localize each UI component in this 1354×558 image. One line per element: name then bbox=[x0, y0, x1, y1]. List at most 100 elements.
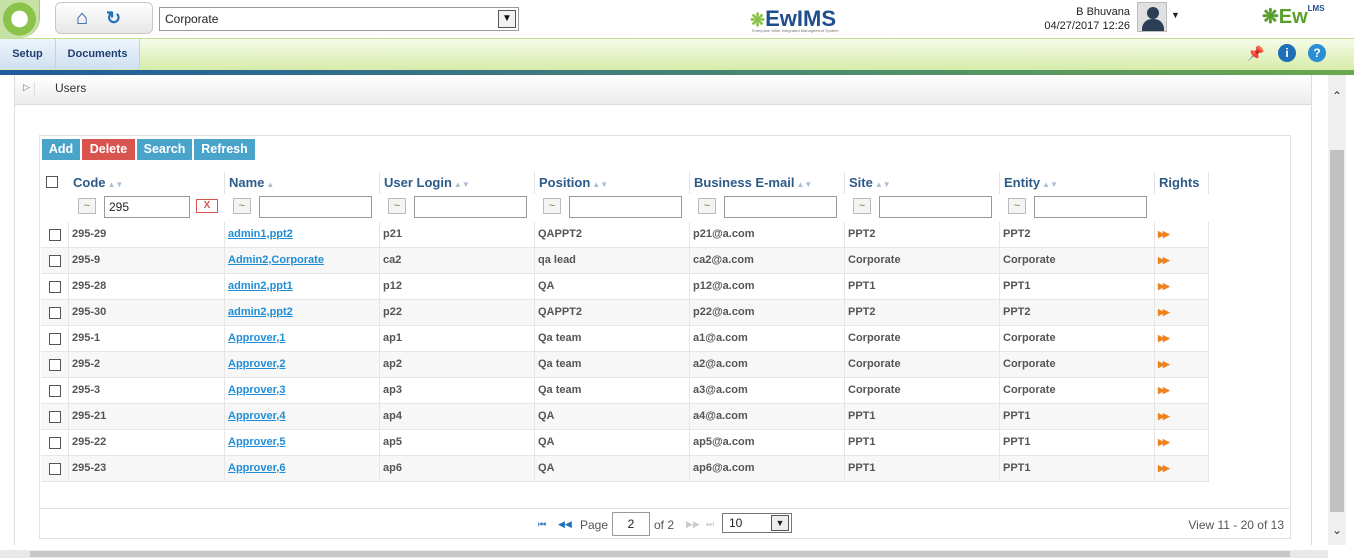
rights-arrow-icon[interactable]: ▶▶ bbox=[1158, 359, 1170, 369]
help-icon[interactable]: ? bbox=[1308, 44, 1326, 62]
chevron-down-icon[interactable]: ▼ bbox=[771, 515, 789, 531]
refresh-icon[interactable]: ↻ bbox=[106, 8, 126, 28]
rights-arrow-icon[interactable]: ▶▶ bbox=[1158, 229, 1170, 239]
table-row[interactable]: 295-22 Approver,5 ap5 QA ap5@a.com PPT1 PPT1 ▶▶ bbox=[41, 430, 1209, 456]
column-header-position[interactable]: Position ▲▼ bbox=[535, 172, 690, 194]
avatar[interactable] bbox=[1137, 2, 1167, 32]
row-checkbox[interactable] bbox=[49, 437, 61, 449]
filter-operator-name[interactable]: ~ bbox=[233, 198, 251, 214]
cell-name[interactable]: Approver,4 bbox=[225, 404, 380, 430]
row-checkbox[interactable] bbox=[49, 463, 61, 475]
vertical-scrollbar[interactable]: ⌃ ⌄ bbox=[1328, 75, 1346, 545]
prev-page-icon[interactable]: ◀◀ bbox=[558, 519, 572, 530]
cell-name[interactable]: Admin2,Corporate bbox=[225, 248, 380, 274]
cell-entity: PPT1 bbox=[1000, 404, 1155, 430]
section-header[interactable]: ▷ Users bbox=[15, 75, 1311, 105]
scrollbar-thumb[interactable] bbox=[1330, 150, 1344, 512]
column-header-name[interactable]: Name ▲ bbox=[225, 172, 380, 194]
column-header-user-login[interactable]: User Login ▲▼ bbox=[380, 172, 535, 194]
table-row[interactable]: 295-3 Approver,3 ap3 Qa team a3@a.com Corpora… bbox=[41, 378, 1209, 404]
menu-item-documents[interactable]: Documents bbox=[56, 39, 140, 69]
scroll-up-icon[interactable]: ⌃ bbox=[1328, 89, 1346, 103]
horizontal-scrollbar[interactable] bbox=[0, 550, 1328, 558]
horizontal-scrollbar-thumb[interactable] bbox=[30, 551, 1290, 557]
filter-operator-business-email[interactable]: ~ bbox=[698, 198, 716, 214]
filter-input-user-login[interactable] bbox=[414, 196, 527, 218]
menu-item-setup[interactable]: Setup bbox=[0, 39, 56, 69]
chevron-down-icon[interactable]: ▼ bbox=[498, 10, 516, 28]
filter-input-entity[interactable] bbox=[1034, 196, 1147, 218]
row-checkbox[interactable] bbox=[49, 229, 61, 241]
cell-name[interactable]: Approver,2 bbox=[225, 352, 380, 378]
cell-name[interactable]: Approver,3 bbox=[225, 378, 380, 404]
last-page-icon[interactable]: ⏭ bbox=[706, 519, 714, 530]
table-row[interactable]: 295-28 admin2,ppt1 p12 QA p12@a.com PPT1 PPT1 ▶… bbox=[41, 274, 1209, 300]
clear-filter-button[interactable]: X bbox=[196, 199, 218, 213]
cell-name[interactable]: admin1,ppt2 bbox=[225, 222, 380, 248]
rights-arrow-icon[interactable]: ▶▶ bbox=[1158, 333, 1170, 343]
next-page-icon[interactable]: ▶▶ bbox=[686, 519, 700, 530]
filter-operator-entity[interactable]: ~ bbox=[1008, 198, 1026, 214]
cell-rights: ▶▶ bbox=[1155, 222, 1209, 248]
cell-name[interactable]: admin2,ppt2 bbox=[225, 300, 380, 326]
filter-operator-code[interactable]: ~ bbox=[78, 198, 96, 214]
caret-down-icon[interactable]: ▼ bbox=[1171, 10, 1180, 20]
filter-operator-user-login[interactable]: ~ bbox=[388, 198, 406, 214]
page-number-input[interactable]: 2 bbox=[612, 512, 650, 536]
cell-name[interactable]: Approver,6 bbox=[225, 456, 380, 482]
row-checkbox[interactable] bbox=[49, 255, 61, 267]
cell-name[interactable]: Approver,5 bbox=[225, 430, 380, 456]
add-button[interactable]: Add bbox=[42, 139, 80, 160]
pin-icon[interactable]: 📌 bbox=[1247, 44, 1265, 62]
rights-arrow-icon[interactable]: ▶▶ bbox=[1158, 385, 1170, 395]
page-size-select[interactable]: 10 ▼ bbox=[722, 513, 792, 533]
row-checkbox[interactable] bbox=[49, 411, 61, 423]
column-header-entity[interactable]: Entity ▲▼ bbox=[1000, 172, 1155, 194]
info-icon[interactable]: i bbox=[1278, 44, 1296, 62]
home-icon[interactable]: ⌂ bbox=[76, 7, 98, 29]
table-row[interactable]: 295-21 Approver,4 ap4 QA a4@a.com PPT1 PPT1 ▶▶ bbox=[41, 404, 1209, 430]
search-button[interactable]: Search bbox=[137, 139, 192, 160]
cell-code: 295-9 bbox=[69, 248, 225, 274]
table-row[interactable]: 295-23 Approver,6 ap6 QA ap6@a.com PPT1 PPT1 ▶▶ bbox=[41, 456, 1209, 482]
filter-input-code[interactable]: 295 bbox=[104, 196, 190, 218]
first-page-icon[interactable]: ⏮ bbox=[538, 519, 546, 530]
row-checkbox[interactable] bbox=[49, 333, 61, 345]
column-header-site[interactable]: Site ▲▼ bbox=[845, 172, 1000, 194]
row-checkbox[interactable] bbox=[49, 359, 61, 371]
column-header-business-email[interactable]: Business E-mail ▲▼ bbox=[690, 172, 845, 194]
scroll-down-icon[interactable]: ⌄ bbox=[1328, 523, 1346, 537]
rights-arrow-icon[interactable]: ▶▶ bbox=[1158, 463, 1170, 473]
table-row[interactable]: 295-30 admin2,ppt2 p22 QAPPT2 p22@a.com PPT2 P… bbox=[41, 300, 1209, 326]
rights-arrow-icon[interactable]: ▶▶ bbox=[1158, 307, 1170, 317]
select-all-checkbox[interactable] bbox=[46, 176, 58, 188]
row-checkbox[interactable] bbox=[49, 307, 61, 319]
rights-arrow-icon[interactable]: ▶▶ bbox=[1158, 255, 1170, 265]
delete-button[interactable]: Delete bbox=[82, 139, 135, 160]
filter-operator-site[interactable]: ~ bbox=[853, 198, 871, 214]
cell-name[interactable]: admin2,ppt1 bbox=[225, 274, 380, 300]
table-row[interactable]: 295-2 Approver,2 ap2 Qa team a2@a.com Corpora… bbox=[41, 352, 1209, 378]
cell-login: p21 bbox=[380, 222, 535, 248]
rights-arrow-icon[interactable]: ▶▶ bbox=[1158, 411, 1170, 421]
cell-entity: PPT2 bbox=[1000, 300, 1155, 326]
table-row[interactable]: 295-9 Admin2,Corporate ca2 qa lead ca2@a.com… bbox=[41, 248, 1209, 274]
filter-input-business-email[interactable] bbox=[724, 196, 837, 218]
expand-arrow-icon[interactable]: ▷ bbox=[23, 82, 35, 96]
rights-arrow-icon[interactable]: ▶▶ bbox=[1158, 281, 1170, 291]
column-header-code[interactable]: Code ▲▼ bbox=[69, 172, 225, 194]
filter-operator-position[interactable]: ~ bbox=[543, 198, 561, 214]
filter-input-position[interactable] bbox=[569, 196, 682, 218]
row-checkbox[interactable] bbox=[49, 281, 61, 293]
table-row[interactable]: 295-1 Approver,1 ap1 Qa team a1@a.com Corpora… bbox=[41, 326, 1209, 352]
filter-input-site[interactable] bbox=[879, 196, 992, 218]
filter-input-name[interactable] bbox=[259, 196, 372, 218]
organization-select[interactable]: Corporate ▼ bbox=[159, 7, 519, 31]
row-checkbox[interactable] bbox=[49, 385, 61, 397]
app-logo[interactable] bbox=[0, 0, 40, 38]
refresh-button[interactable]: Refresh bbox=[194, 139, 255, 160]
cell-code: 295-30 bbox=[69, 300, 225, 326]
cell-name[interactable]: Approver,1 bbox=[225, 326, 380, 352]
table-row[interactable]: 295-29 admin1,ppt2 p21 QAPPT2 p21@a.com PPT2 P… bbox=[41, 222, 1209, 248]
rights-arrow-icon[interactable]: ▶▶ bbox=[1158, 437, 1170, 447]
